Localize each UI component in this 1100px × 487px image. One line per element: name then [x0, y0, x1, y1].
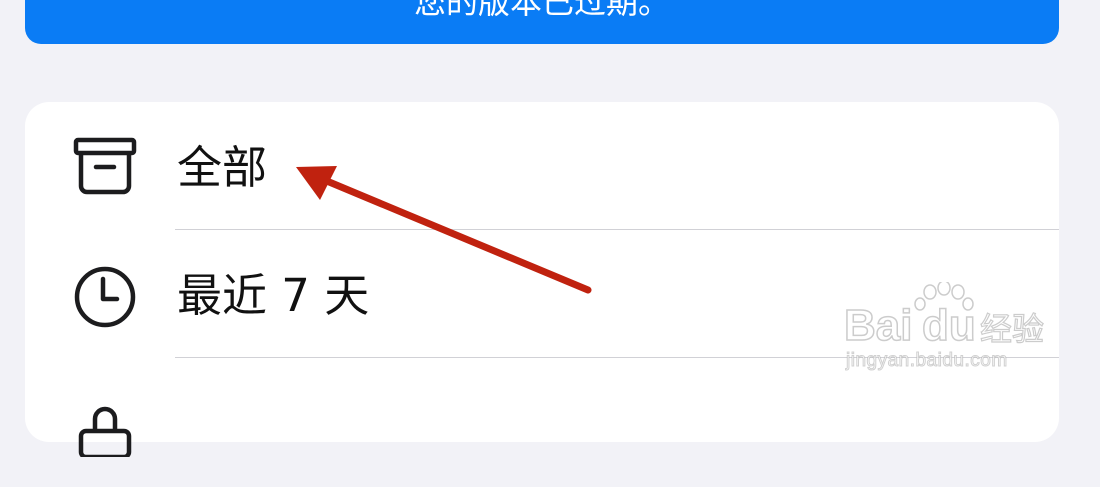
- list-item-label: 全部: [177, 141, 268, 194]
- banner-text: 您的版本已过期。: [413, 0, 670, 21]
- clock-icon: [74, 266, 136, 328]
- filter-list-card: 全部 最近 7 天: [25, 102, 1059, 457]
- list-item-last-7-days[interactable]: 最近 7 天: [25, 230, 1059, 358]
- list-item-all[interactable]: 全部: [25, 102, 1059, 230]
- list-item-label: 最近 7 天: [177, 269, 370, 322]
- expired-version-banner[interactable]: 您的版本已过期。: [25, 0, 1059, 44]
- lock-icon: [78, 406, 132, 457]
- archive-box-icon: [73, 137, 137, 195]
- list-item-locked[interactable]: [25, 359, 1059, 487]
- row-divider: [175, 357, 1059, 358]
